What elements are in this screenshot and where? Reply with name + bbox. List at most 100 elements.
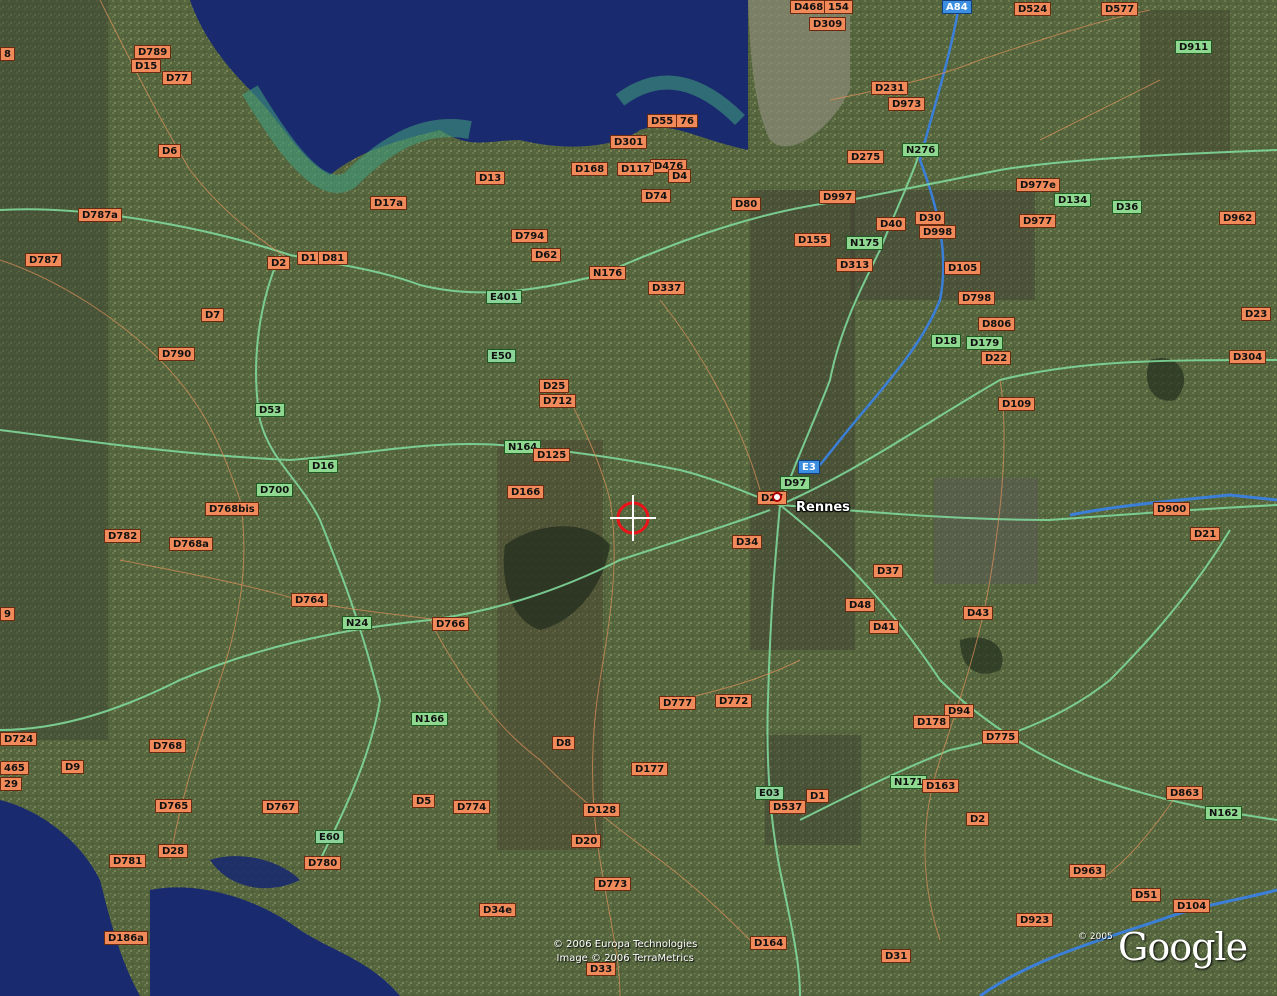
road-label[interactable]: D31: [881, 949, 912, 963]
road-label[interactable]: D105: [944, 261, 982, 275]
road-label[interactable]: D309: [809, 17, 847, 31]
road-label[interactable]: D304: [1229, 350, 1267, 364]
road-label[interactable]: D17a: [370, 196, 407, 210]
road-label[interactable]: D724: [0, 732, 38, 746]
road-label[interactable]: D973: [888, 97, 926, 111]
road-label[interactable]: D766: [432, 617, 470, 631]
road-label[interactable]: D28: [158, 844, 189, 858]
road-label[interactable]: D5: [412, 794, 436, 808]
road-label[interactable]: N175: [846, 236, 884, 250]
road-label[interactable]: D764: [291, 593, 329, 607]
road-label[interactable]: D9: [61, 760, 85, 774]
road-label[interactable]: D765: [155, 799, 193, 813]
road-label[interactable]: D20: [571, 834, 602, 848]
road-label[interactable]: D787a: [78, 208, 122, 222]
road-label[interactable]: D577: [1101, 2, 1139, 16]
road-label[interactable]: D178: [913, 715, 951, 729]
road-label[interactable]: D18: [931, 334, 962, 348]
road-label[interactable]: D997: [819, 190, 857, 204]
road-label[interactable]: D166: [507, 485, 545, 499]
road-label[interactable]: 465: [0, 761, 29, 775]
road-label[interactable]: D1: [297, 251, 321, 265]
road-label[interactable]: D37: [873, 564, 904, 578]
road-label[interactable]: D863: [1166, 786, 1204, 800]
road-label[interactable]: N166: [411, 712, 449, 726]
road-label[interactable]: D780: [304, 856, 342, 870]
road-label[interactable]: D25: [539, 379, 570, 393]
road-label[interactable]: D777: [659, 696, 697, 710]
road-label[interactable]: D97: [780, 476, 811, 490]
road-label[interactable]: D768: [149, 739, 187, 753]
road-label[interactable]: D806: [978, 317, 1016, 331]
road-label[interactable]: E3: [798, 460, 820, 474]
road-label[interactable]: D963: [1069, 864, 1107, 878]
road-label[interactable]: A84: [942, 0, 972, 14]
road-label[interactable]: D109: [998, 397, 1036, 411]
road-label[interactable]: D468: [790, 0, 828, 14]
road-label[interactable]: 8: [0, 47, 15, 61]
road-label[interactable]: E03: [755, 786, 784, 800]
road-label[interactable]: D923: [1016, 913, 1054, 927]
road-label[interactable]: D41: [869, 620, 900, 634]
road-label[interactable]: D179: [966, 336, 1004, 350]
road-label[interactable]: D62: [531, 248, 562, 262]
road-label[interactable]: D275: [847, 150, 885, 164]
road-label[interactable]: D2: [966, 812, 990, 826]
road-label[interactable]: D51: [1131, 888, 1162, 902]
road-label[interactable]: D911: [1175, 40, 1213, 54]
road-label[interactable]: D134: [1054, 193, 1092, 207]
satellite-map[interactable]: D468 154 A84 D524 D577 D309 D911 D789 D15 D77 8 D23…: [0, 0, 1277, 996]
road-label[interactable]: N176: [589, 266, 627, 280]
city-marker[interactable]: [772, 492, 782, 502]
road-label[interactable]: N162: [1205, 806, 1243, 820]
road-label[interactable]: D768a: [169, 537, 213, 551]
road-label[interactable]: D16: [308, 459, 339, 473]
road-label[interactable]: D998: [919, 225, 957, 239]
road-label[interactable]: D177: [631, 762, 669, 776]
road-label[interactable]: D787: [25, 253, 63, 267]
road-label[interactable]: D900: [1153, 502, 1191, 516]
road-label[interactable]: D337: [648, 281, 686, 295]
city-label[interactable]: Rennes: [796, 500, 850, 515]
road-label[interactable]: 154: [824, 0, 853, 14]
road-label[interactable]: D80: [731, 197, 762, 211]
road-label[interactable]: D773: [594, 877, 632, 891]
road-label[interactable]: D168: [571, 162, 609, 176]
road-label[interactable]: D40: [876, 217, 907, 231]
road-label[interactable]: D768bis: [205, 502, 259, 516]
road-label[interactable]: 9: [0, 607, 15, 621]
road-label[interactable]: D43: [963, 606, 994, 620]
road-label[interactable]: D155: [794, 233, 832, 247]
road-label[interactable]: D772: [715, 694, 753, 708]
road-label[interactable]: D22: [981, 351, 1012, 365]
road-label[interactable]: D313: [836, 258, 874, 272]
road-label[interactable]: D164: [750, 936, 788, 950]
road-label[interactable]: N24: [342, 616, 373, 630]
road-label[interactable]: D55: [647, 114, 678, 128]
road-label[interactable]: D23: [1241, 307, 1272, 321]
road-label[interactable]: D6: [158, 144, 182, 158]
road-label[interactable]: D128: [583, 803, 621, 817]
road-label[interactable]: D794: [511, 229, 549, 243]
road-label[interactable]: 29: [0, 777, 22, 791]
road-label[interactable]: D790: [158, 347, 196, 361]
road-label[interactable]: D4: [668, 169, 692, 183]
road-label[interactable]: D15: [131, 59, 162, 73]
road-label[interactable]: D163: [922, 779, 960, 793]
road-label[interactable]: D977e: [1016, 178, 1060, 192]
road-label[interactable]: D782: [104, 529, 142, 543]
road-label[interactable]: E401: [486, 290, 522, 304]
road-label[interactable]: 76: [676, 114, 698, 128]
road-label[interactable]: D700: [256, 483, 294, 497]
road-label[interactable]: D1: [806, 789, 830, 803]
road-label[interactable]: D775: [982, 730, 1020, 744]
road-label[interactable]: D2: [267, 256, 291, 270]
road-label[interactable]: D962: [1219, 211, 1257, 225]
road-label[interactable]: D34: [732, 535, 763, 549]
road-label[interactable]: D231: [871, 81, 909, 95]
road-label[interactable]: D13: [475, 171, 506, 185]
road-label[interactable]: D125: [533, 448, 571, 462]
road-label[interactable]: D34e: [479, 903, 516, 917]
road-label[interactable]: D81: [318, 251, 349, 265]
road-label[interactable]: D53: [255, 403, 286, 417]
